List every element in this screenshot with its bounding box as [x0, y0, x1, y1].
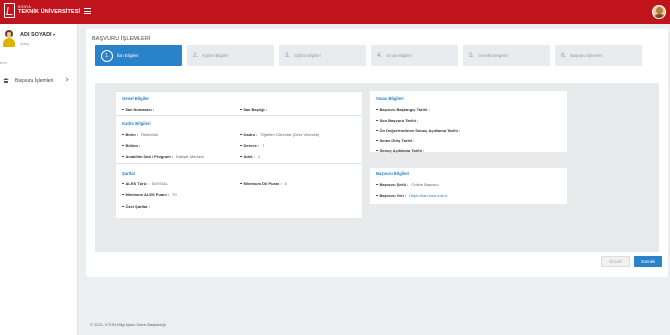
- ilan-numarasi-field: İlan Numarası :: [122, 107, 154, 112]
- sartlar-heading: Şartlar: [122, 171, 136, 176]
- chevron-down-icon: [52, 34, 55, 36]
- bolum-field: Bölüm :: [122, 143, 140, 148]
- step-gerekli-belgeler[interactable]: 5. Gerekli Belgeler: [463, 45, 550, 66]
- sinav-giris-field: Sınav Giriş Tarihi :: [376, 138, 415, 143]
- min-ales-field: Minimum ALES Puanı :70: [122, 192, 177, 197]
- basvuru-yeri-field: Başvuru Yeri : https://ilan.ktun.edu.tr: [376, 193, 448, 198]
- derece-field: Derece :7: [240, 143, 265, 148]
- sidebar: ADI SOYADI Aday enu Başvuru İşlemleri: [0, 24, 78, 335]
- sidebar-item-basvuru-islemleri[interactable]: Başvuru İşlemleri: [0, 75, 77, 86]
- on-degerlendirme-field: Ön Değerlendirme Sonuç Açıklama Tarihi :: [376, 128, 460, 133]
- ales-turu-field: ALES Türü : SAYISAL: [122, 181, 168, 186]
- adet-field: Adet :1: [240, 154, 260, 159]
- logo-big-text: TEKNİK ÜNİVERSİTESİ: [18, 9, 81, 15]
- logo-mark-icon: [4, 3, 15, 18]
- university-logo[interactable]: KONYA TEKNİK ÜNİVERSİTESİ: [4, 3, 80, 18]
- user-avatar: [2, 30, 16, 47]
- step-egitim-bilgileri[interactable]: 3. Eğitim Bilgileri: [279, 45, 366, 66]
- basvuru-yeri-link[interactable]: https://ilan.ktun.edu.tr: [409, 193, 447, 198]
- anabilim-field: Anabilim Dalı / Program : Kariyer Merkezi: [122, 154, 204, 159]
- main-panel: BAŞVURU İŞLEMLERİ 1. İlan Bilgileri 2. K…: [86, 29, 668, 277]
- kadro-bilgileri-heading: Kadro Bilgileri: [122, 121, 151, 126]
- kadro-field: Kadro : Öğretim Görevlisi (Ders Verecek): [240, 132, 319, 137]
- step-kisisel-bilgiler[interactable]: 2. Kişisel Bilgiler: [187, 45, 274, 66]
- basvuru-baslangic-field: Başvuru Başlangıç Tarihi :: [376, 107, 430, 112]
- sinav-info-box: Sınav Bilgileri Başvuru Başlangıç Tarihi…: [370, 91, 567, 153]
- user-role: Aday: [20, 41, 30, 46]
- birim-field: Birim : Rektörlük: [122, 132, 158, 137]
- page-title: BAŞVURU İŞLEMLERİ: [92, 36, 151, 42]
- sidebar-section-label: enu: [0, 60, 7, 65]
- sonuc-aciklama-field: Sonuç Açıklama Tarihi :: [376, 148, 424, 153]
- wizard-steps: 1. İlan Bilgileri 2. Kişisel Bilgiler 3.…: [95, 45, 647, 66]
- home-icon: [3, 78, 9, 83]
- basvuru-info-box: Başvuru Bilgileri Başvuru Şekli : Online …: [370, 168, 567, 204]
- top-navbar: KONYA TEKNİK ÜNİVERSİTESİ: [0, 0, 670, 24]
- content-area: Genel Bilgiler İlan Numarası : İlan Başl…: [95, 83, 659, 252]
- sinav-bilgileri-heading: Sınav Bilgileri: [376, 96, 404, 101]
- son-basvuru-field: Son Başvuru Tarihi :: [376, 118, 418, 123]
- step-sinav-bilgileri[interactable]: 4. Sınav Bilgileri: [371, 45, 458, 66]
- next-button[interactable]: Sonraki: [634, 256, 662, 267]
- chevron-right-icon: [64, 77, 69, 82]
- basvuru-bilgileri-heading: Başvuru Bilgileri: [376, 171, 410, 176]
- ilan-basligi-field: İlan Başlığı :: [240, 107, 267, 112]
- user-name-dropdown[interactable]: ADI SOYADI: [20, 32, 55, 38]
- footer-copyright: © 2021. KTÜN Bilgi İşlem Daire Başkanlığ…: [90, 322, 166, 327]
- user-avatar-top[interactable]: [652, 5, 666, 19]
- menu-toggle-icon[interactable]: [84, 8, 91, 14]
- step-ilan-bilgileri[interactable]: 1. İlan Bilgileri: [95, 45, 182, 66]
- ozel-sartlar-field: Özel Şartlar :: [122, 204, 150, 209]
- step-basvuru-islemleri[interactable]: 6. Başvuru İşlemleri: [555, 45, 642, 66]
- previous-button[interactable]: Önceki: [601, 256, 630, 267]
- genel-bilgiler-heading: Genel Bilgiler: [122, 96, 149, 101]
- basvuru-sekli-field: Başvuru Şekli : Online Başvuru: [376, 182, 439, 187]
- sidebar-item-label: Başvuru İşlemleri: [15, 77, 54, 84]
- min-dil-field: Minimum Dil Puanı :0: [240, 181, 287, 186]
- ilan-info-box: Genel Bilgiler İlan Numarası : İlan Başl…: [116, 91, 362, 218]
